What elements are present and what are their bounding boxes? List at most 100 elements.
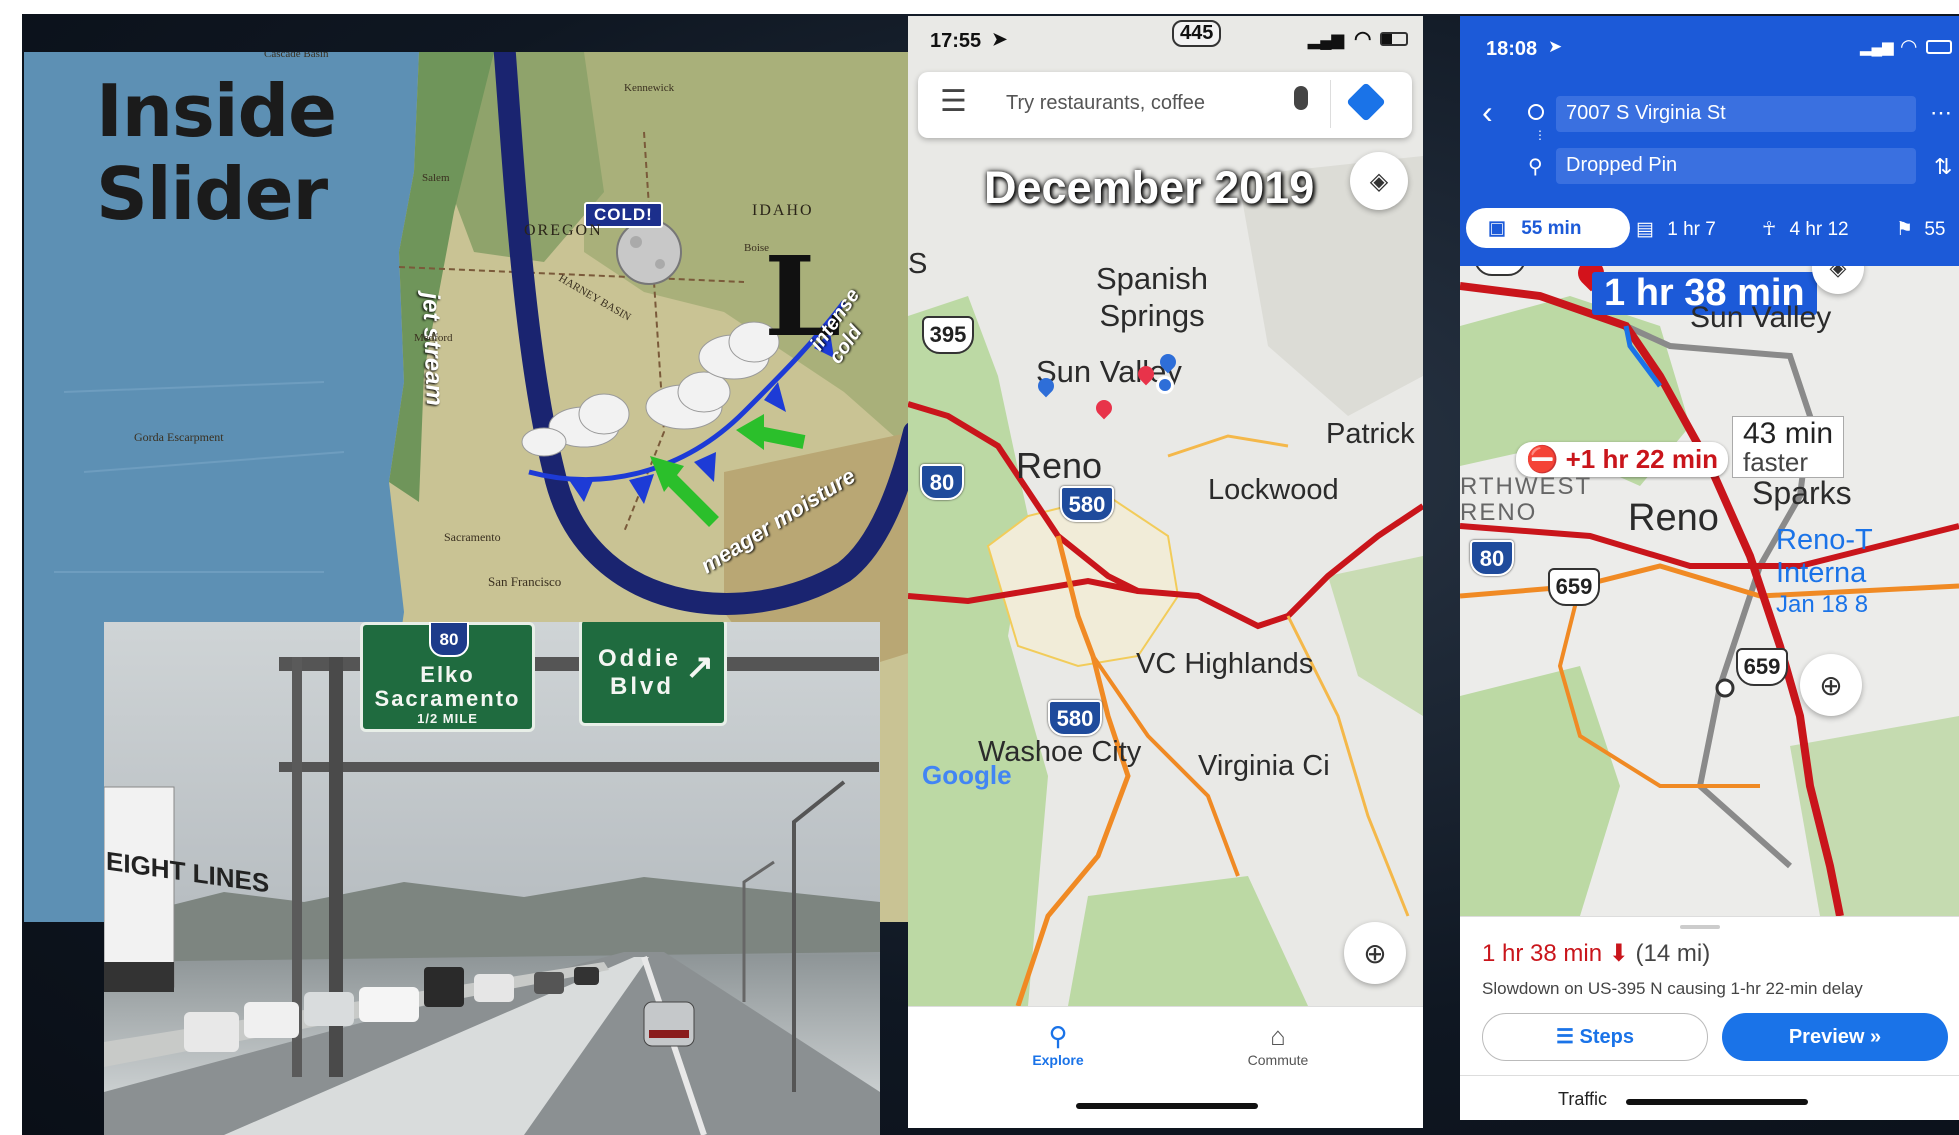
explore-pin-icon: ⚲ — [1048, 1021, 1068, 1051]
search-input[interactable]: Try restaurants, coffee — [1006, 92, 1205, 115]
place-northwest-reno-2: RENO — [1460, 499, 1538, 527]
destination-field[interactable]: Dropped Pin — [1556, 148, 1916, 184]
walk-icon: ☥ — [1762, 219, 1777, 240]
summary-distance: (14 mi) — [1635, 940, 1711, 967]
bottom-nav: ⚲ Explore ⌂ Commute — [908, 1006, 1423, 1128]
overhead-sign-oddie-blvd: Oddie Blvd ↗ — [579, 622, 727, 726]
phone-google-maps-explore: Spanish Springs Sun Valley Reno Patrick … — [908, 16, 1423, 1128]
place-spanish-springs: Spanish Springs — [1096, 261, 1209, 334]
place-patrick: Patrick — [1326, 418, 1415, 450]
sr-659-shield-2: 659 — [1736, 648, 1788, 686]
i80-shield: 80 — [920, 464, 964, 500]
place-reno-2: Reno — [1628, 497, 1719, 539]
place-vc-highlands: VC Highlands — [1136, 648, 1314, 680]
alt-route-callout[interactable]: 43 min faster — [1732, 416, 1845, 478]
home-indicator — [1076, 1103, 1258, 1109]
more-options-icon[interactable]: ⋯ — [1930, 100, 1952, 126]
place-sun-valley-2: Sun Valley — [1690, 301, 1832, 334]
signal-icon: ▂▄▆ — [1308, 32, 1344, 49]
back-arrow-icon[interactable]: ‹ — [1482, 94, 1493, 131]
sign-half-mile: 1/2 MILE — [417, 711, 478, 726]
overlay-date-title: December 2019 — [984, 162, 1315, 213]
delay-badge[interactable]: ⛔ +1 hr 22 min — [1516, 442, 1729, 477]
map-label-oregon: OREGON — [524, 222, 603, 239]
origin-circle-icon — [1528, 104, 1544, 120]
sr-659-shield-1: 659 — [1548, 568, 1600, 606]
map-dot-blue[interactable] — [1156, 376, 1174, 394]
list-icon: ☰ — [1556, 1026, 1574, 1048]
swap-icon[interactable]: ⇅ — [1934, 154, 1952, 180]
summary-note: Slowdown on US-395 N causing 1-hr 22-min… — [1482, 979, 1863, 998]
destination-pin-icon: ⚲ — [1528, 156, 1543, 178]
status-time: 17:55 — [930, 30, 982, 52]
preview-label: Preview — [1788, 1026, 1865, 1048]
i80-snow-photo: 80 Elko Sacramento 1/2 MILE Oddie Blvd ↗… — [104, 622, 880, 1135]
wifi-icon: ◠ — [1354, 28, 1372, 50]
place-virginia-city: Virginia Ci — [1198, 750, 1330, 782]
double-chevron-icon: » — [1870, 1026, 1882, 1048]
map-label-san-francisco: San Francisco — [488, 574, 562, 589]
nav-commute[interactable]: ⌂ Commute — [1218, 1021, 1338, 1068]
sign-elko: Elko — [420, 662, 475, 687]
mode-drive-tab[interactable]: ▣ 55 min — [1466, 208, 1630, 248]
battery-icon-2 — [1926, 40, 1952, 54]
jet-stream-label: jet stream — [417, 292, 448, 407]
sheet-handle[interactable] — [1680, 925, 1720, 929]
mode-ride-tab[interactable]: ⚑ 55 — [1896, 218, 1945, 241]
status-time-2: 18:08 — [1486, 38, 1538, 60]
layers-icon[interactable]: ◈ — [1350, 152, 1408, 210]
us-395-shield: 395 — [922, 316, 974, 354]
mode-transit-tab[interactable]: ▤ 1 hr 7 — [1636, 218, 1716, 241]
airport-line-1: Reno-T — [1776, 524, 1873, 556]
preview-button[interactable]: Preview » — [1722, 1013, 1948, 1061]
mode-ride-label: 55 — [1924, 219, 1946, 240]
place-reno-tahoe-airport: Reno-T Interna Jan 18 8 — [1776, 524, 1873, 618]
summary-time: 1 hr 38 min — [1482, 940, 1603, 967]
i580-shield-north: 580 — [1060, 486, 1114, 522]
alt-route-faster: faster — [1743, 447, 1809, 477]
map-graphic-route — [1460, 282, 1959, 916]
my-location-icon-2[interactable]: ⊕ — [1800, 654, 1862, 716]
directions-icon[interactable] — [1346, 82, 1386, 122]
sheet-divider — [1460, 1075, 1959, 1076]
nav-explore[interactable]: ⚲ Explore — [1008, 1021, 1108, 1068]
map-label-idaho: IDAHO — [752, 202, 814, 219]
airport-line-3: Jan 18 8 — [1776, 590, 1869, 618]
map-area-route[interactable]: 1 hr 38 min 43 min faster ⛔ +1 hr 22 min… — [1460, 266, 1959, 916]
composite-canvas: Inside Slider COLD! L jet stream intense… — [0, 0, 1959, 1135]
steps-label: Steps — [1579, 1026, 1634, 1048]
map-label-cascade: Cascade Basin — [264, 52, 329, 60]
title-line-1: Inside — [96, 69, 337, 153]
map-label-salem: Salem — [422, 172, 450, 184]
summary-line: 1 hr 38 min ⬇ (14 mi) — [1482, 939, 1710, 968]
search-bar[interactable]: ☰ Try restaurants, coffee — [918, 72, 1412, 138]
airport-line-2: Interna — [1776, 557, 1867, 590]
status-bar-phone1: 17:55 ➤ 445 ▂▄▆ ◠ — [908, 16, 1423, 78]
place-northwest-reno: RTHWEST RENO — [1460, 473, 1592, 527]
microphone-icon[interactable] — [1294, 86, 1308, 110]
location-arrow-icon-2: ➤ — [1548, 37, 1563, 56]
mode-drive-label: 55 min — [1521, 218, 1582, 239]
my-location-icon[interactable]: ⊕ — [1344, 922, 1406, 984]
location-arrow-icon: ➤ — [992, 29, 1008, 49]
google-logo: Google — [922, 760, 1012, 791]
commute-icon: ⌂ — [1270, 1021, 1286, 1051]
traffic-label: Traffic — [1558, 1089, 1608, 1109]
place-lockwood: Lockwood — [1208, 474, 1339, 506]
sign-sacramento: Sacramento — [374, 686, 521, 711]
mode-walk-tab[interactable]: ☥ 4 hr 12 — [1762, 218, 1849, 241]
menu-icon[interactable]: ☰ — [940, 84, 967, 119]
steps-button[interactable]: ☰ Steps — [1482, 1013, 1708, 1061]
place-reno: Reno — [1016, 445, 1103, 486]
directions-header: 18:08 ➤ ▂▄▆ ◠ ‹ ⋮ ⚲ 7007 S Virginia St D… — [1460, 16, 1959, 266]
incident-icon: ⛔ — [1526, 444, 1559, 474]
notification-count-badge: 445 — [1172, 20, 1222, 47]
map-label-boise: Boise — [744, 242, 770, 254]
delay-text: +1 hr 22 min — [1565, 444, 1719, 474]
signal-icon-2: ▂▄▆ — [1860, 39, 1894, 56]
transit-icon: ▤ — [1636, 219, 1654, 240]
nav-commute-label: Commute — [1247, 1052, 1309, 1068]
car-icon: ▣ — [1488, 218, 1506, 239]
arrow-up-right-icon: ↗ — [685, 648, 715, 686]
origin-field[interactable]: 7007 S Virginia St — [1556, 96, 1916, 132]
